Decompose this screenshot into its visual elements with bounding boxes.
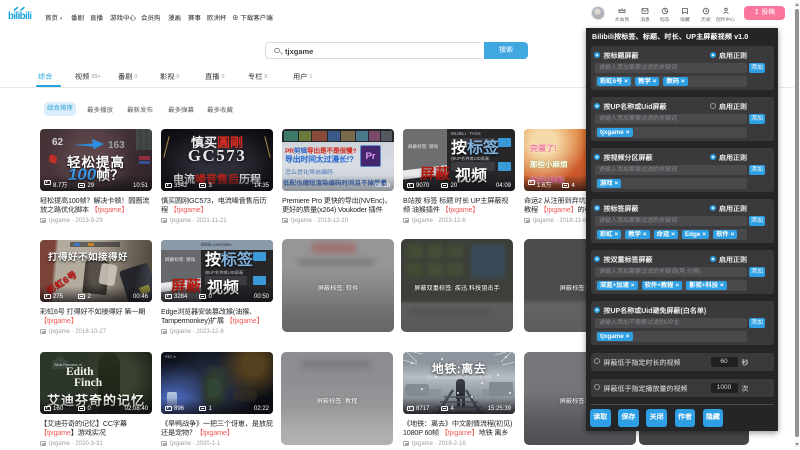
svg-text:bilibili: bilibili: [8, 11, 32, 22]
